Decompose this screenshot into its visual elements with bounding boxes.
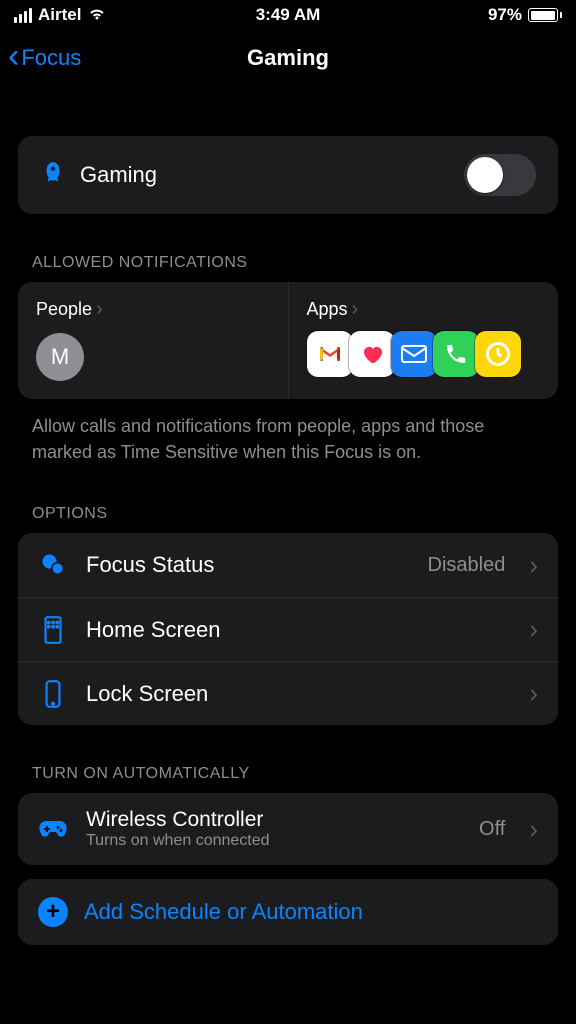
avatar-initial: M bbox=[51, 344, 69, 370]
allowed-apps-label: Apps bbox=[307, 299, 348, 320]
option-label: Home Screen bbox=[86, 617, 505, 643]
allowed-header: Allowed Notifications bbox=[0, 254, 576, 282]
clock-label: 3:49 AM bbox=[256, 5, 321, 25]
chevron-right-icon: › bbox=[529, 678, 538, 709]
allowed-people-label: People bbox=[36, 299, 92, 320]
auto-item-controller[interactable]: Wireless Controller Turns on when connec… bbox=[18, 793, 558, 865]
options-card: Focus Status Disabled › Home Screen › Lo… bbox=[18, 533, 558, 725]
option-label: Lock Screen bbox=[86, 681, 505, 707]
auto-item-label: Wireless Controller bbox=[86, 808, 461, 832]
page-title: Gaming bbox=[247, 45, 329, 71]
app-icon-gmail bbox=[307, 331, 353, 377]
nav-bar: ‹ Focus Gaming bbox=[0, 30, 576, 86]
back-label: Focus bbox=[21, 45, 81, 71]
avatar: M bbox=[36, 333, 84, 381]
chevron-right-icon: › bbox=[529, 550, 538, 581]
focus-toggle-label: Gaming bbox=[80, 162, 464, 188]
allowed-people-button[interactable]: People › M bbox=[18, 282, 289, 399]
add-schedule-label: Add Schedule or Automation bbox=[84, 899, 363, 925]
chevron-left-icon: ‹ bbox=[8, 39, 19, 73]
game-controller-icon bbox=[38, 818, 68, 840]
option-lock-screen[interactable]: Lock Screen › bbox=[18, 661, 558, 725]
chevron-right-icon: › bbox=[96, 298, 103, 321]
option-focus-status[interactable]: Focus Status Disabled › bbox=[18, 533, 558, 597]
signal-bars-icon bbox=[14, 8, 32, 23]
option-home-screen[interactable]: Home Screen › bbox=[18, 597, 558, 661]
battery-icon bbox=[528, 8, 562, 22]
option-value: Disabled bbox=[428, 554, 506, 577]
allowed-card: People › M Apps › bbox=[18, 282, 558, 399]
chevron-right-icon: › bbox=[352, 298, 359, 321]
auto-item-value: Off bbox=[479, 818, 505, 841]
focus-status-icon bbox=[38, 551, 68, 579]
chevron-right-icon: › bbox=[529, 814, 538, 845]
chevron-right-icon: › bbox=[529, 614, 538, 645]
options-header: Options bbox=[0, 505, 576, 533]
wifi-icon bbox=[87, 5, 107, 25]
allowed-apps-button[interactable]: Apps › bbox=[289, 282, 559, 399]
auto-item-sub: Turns on when connected bbox=[86, 832, 461, 850]
allowed-footer: Allow calls and notifications from peopl… bbox=[0, 399, 576, 465]
home-screen-icon bbox=[38, 615, 68, 645]
battery-pct-label: 97% bbox=[488, 5, 522, 25]
app-icon-mail bbox=[391, 331, 437, 377]
option-label: Focus Status bbox=[86, 552, 410, 578]
plus-icon: + bbox=[38, 897, 68, 927]
auto-card: Wireless Controller Turns on when connec… bbox=[18, 793, 558, 865]
focus-toggle[interactable] bbox=[464, 154, 536, 196]
add-schedule-button[interactable]: + Add Schedule or Automation bbox=[18, 879, 558, 945]
carrier-label: Airtel bbox=[38, 5, 81, 25]
add-schedule-card: + Add Schedule or Automation bbox=[18, 879, 558, 945]
status-bar: Airtel 3:49 AM 97% bbox=[0, 0, 576, 30]
focus-toggle-row: Gaming bbox=[18, 136, 558, 214]
auto-header: Turn On Automatically bbox=[0, 765, 576, 793]
app-icon-health bbox=[349, 331, 395, 377]
lock-screen-icon bbox=[38, 679, 68, 709]
app-icon-phone bbox=[433, 331, 479, 377]
app-icon-clock bbox=[475, 331, 521, 377]
back-button[interactable]: ‹ Focus bbox=[8, 43, 81, 73]
rocket-icon bbox=[40, 160, 66, 191]
